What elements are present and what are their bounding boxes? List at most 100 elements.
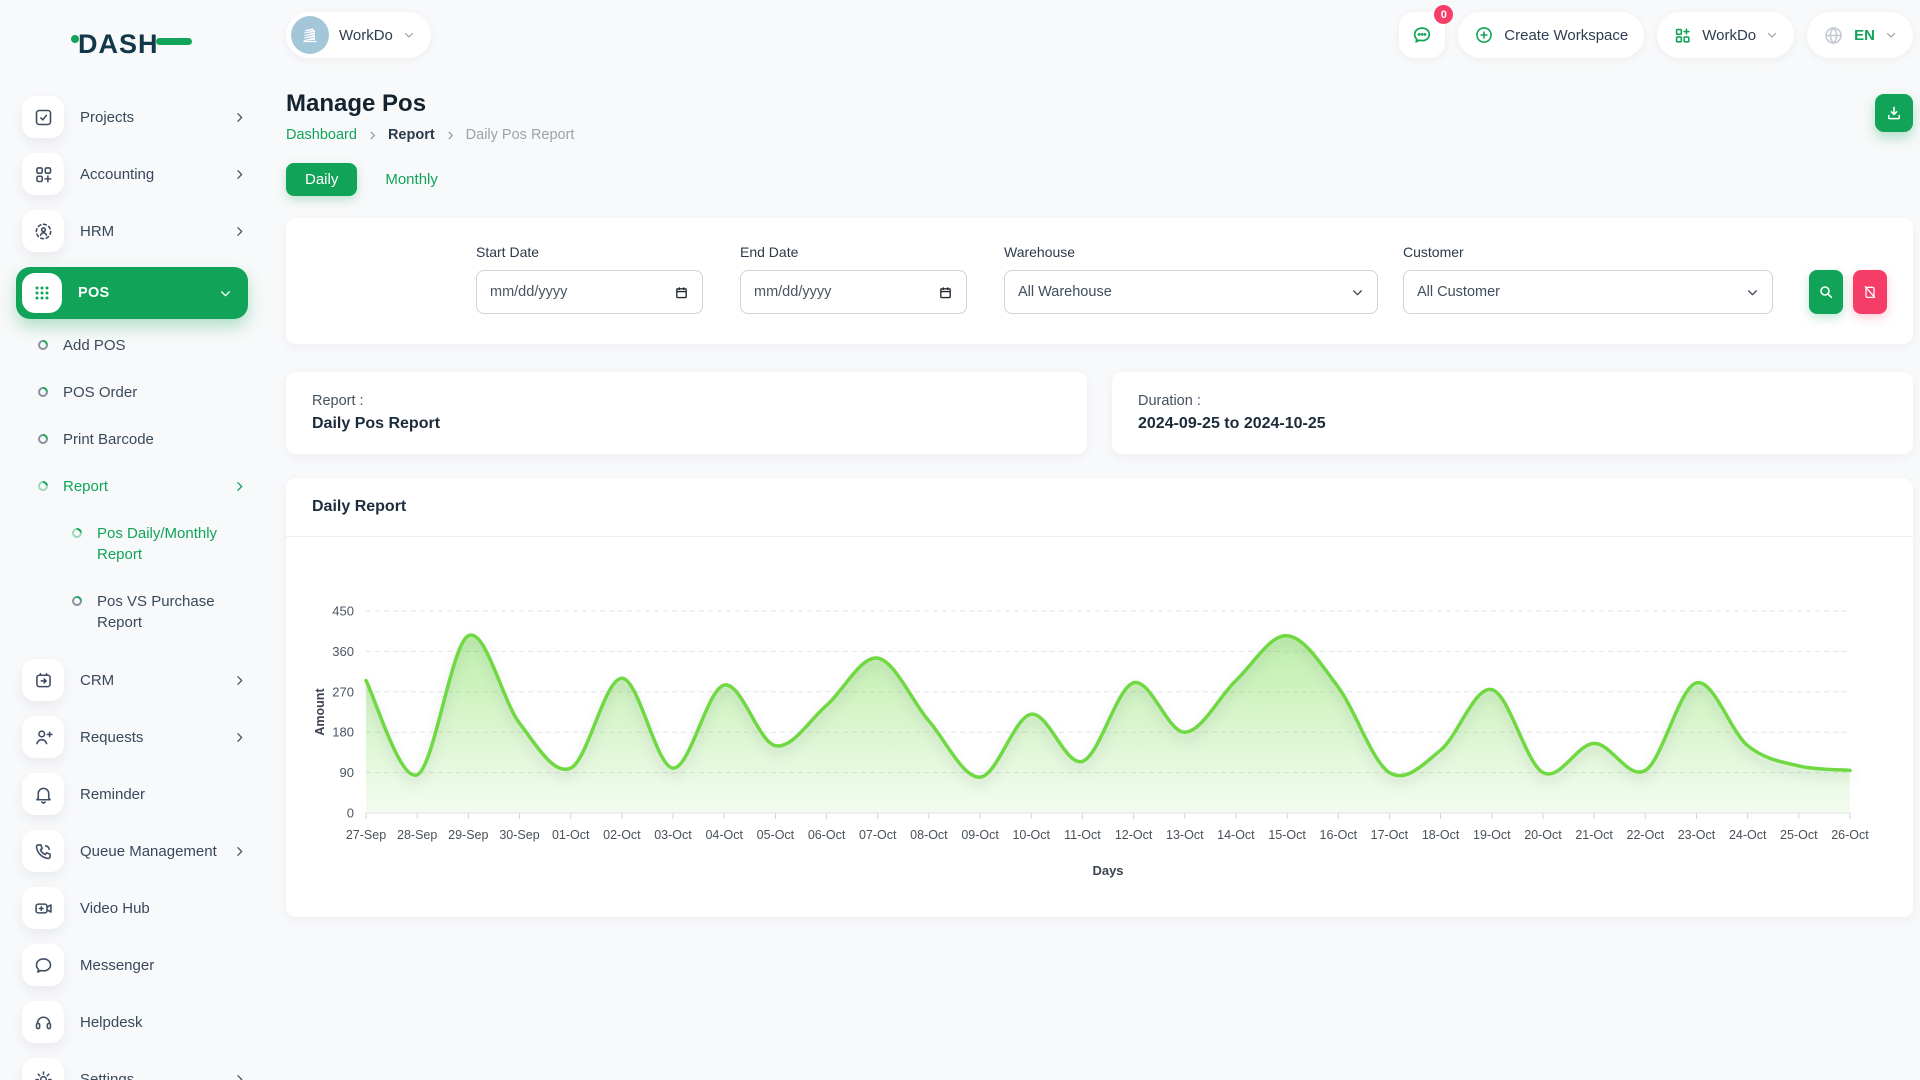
sidebar-item-helpdesk[interactable]: Helpdesk [22,1001,246,1043]
language-selector[interactable]: EN [1807,12,1913,58]
download-report-button[interactable] [1875,94,1913,132]
svg-text:03-Oct: 03-Oct [654,828,692,842]
svg-text:16-Oct: 16-Oct [1320,828,1358,842]
circle-bullet-icon [36,385,50,399]
sidebar-item-hrm[interactable]: HRM [22,210,246,252]
sidebar-item-label: Projects [80,109,217,126]
language-code: EN [1854,27,1875,44]
workspace-switcher[interactable]: WorkDo [286,12,431,58]
notifications-button[interactable]: 0 [1399,12,1445,58]
create-workspace-button[interactable]: Create Workspace [1458,12,1644,58]
svg-text:90: 90 [340,765,354,780]
svg-text:270: 270 [332,684,354,699]
duration-label: Duration : [1138,393,1887,409]
breadcrumb-current: Daily Pos Report [466,127,575,143]
sidebar: DASH Projects Accounting HRM POS [0,0,258,1080]
svg-text:08-Oct: 08-Oct [910,828,948,842]
user-plus-icon [22,716,64,758]
customer-field: Customer All Customer [1403,244,1773,314]
calendar-icon [674,285,689,300]
svg-text:20-Oct: 20-Oct [1524,828,1562,842]
customer-select[interactable]: All Customer [1403,270,1773,314]
sidebar-item-messenger[interactable]: Messenger [22,944,246,986]
warehouse-label: Warehouse [1004,244,1378,260]
svg-text:26-Oct: 26-Oct [1831,828,1869,842]
chevron-down-icon [1885,29,1897,41]
plus-circle-icon [1474,25,1494,45]
svg-text:04-Oct: 04-Oct [705,828,743,842]
sidebar-item-video-hub[interactable]: Video Hub [22,887,246,929]
sidebar-item-crm[interactable]: CRM [22,659,246,701]
workspace-avatar [291,16,329,54]
sidebar-item-pos-vs-purchase-report[interactable]: Pos VS Purchase Report [72,591,258,633]
start-date-input[interactable]: mm/dd/yyyy [476,270,703,314]
sidebar-item-pos[interactable]: POS [16,267,248,319]
sidebar-item-accounting[interactable]: Accounting [22,153,246,195]
svg-text:24-Oct: 24-Oct [1729,828,1767,842]
svg-text:01-Oct: 01-Oct [552,828,590,842]
warehouse-select[interactable]: All Warehouse [1004,270,1378,314]
sidebar-item-settings[interactable]: Settings [22,1058,246,1080]
daily-report-area-chart[interactable]: 09018027036045027-Sep28-Sep29-Sep30-Sep0… [286,537,1913,917]
search-button[interactable] [1809,270,1843,314]
svg-text:02-Oct: 02-Oct [603,828,641,842]
end-date-input[interactable]: mm/dd/yyyy [740,270,967,314]
chevron-right-icon [233,674,246,687]
chevron-right-icon [233,845,246,858]
breadcrumb-report[interactable]: Report [388,127,435,143]
globe-icon [1823,25,1844,46]
svg-text:29-Sep: 29-Sep [448,828,488,842]
chart-title: Daily Report [312,498,406,515]
chevron-right-icon [233,731,246,744]
tab-monthly[interactable]: Monthly [385,171,438,188]
sidebar-item-label: HRM [80,223,217,240]
sidebar-item-requests[interactable]: Requests [22,716,246,758]
sidebar-item-label: Queue Management [80,843,217,860]
svg-text:25-Oct: 25-Oct [1780,828,1818,842]
svg-text:30-Sep: 30-Sep [499,828,539,842]
chevron-down-icon [1351,286,1364,299]
chevron-right-icon [233,1073,246,1080]
notification-badge: 0 [1434,5,1453,24]
circle-bullet-icon [36,432,50,446]
main-content: WorkDo 0 Create Workspace WorkDo [258,0,1920,1080]
sidebar-item-queue-management[interactable]: Queue Management [22,830,246,872]
reset-button[interactable] [1853,270,1887,314]
end-date-label: End Date [740,244,967,260]
svg-text:DASH: DASH [78,29,159,59]
svg-text:27-Sep: 27-Sep [346,828,386,842]
sidebar-item-report[interactable]: Report [38,476,246,497]
search-icon [1818,284,1834,300]
svg-text:10-Oct: 10-Oct [1012,828,1050,842]
sidebar-item-pos-order[interactable]: POS Order [38,382,258,403]
tab-daily[interactable]: Daily [286,163,357,196]
sidebar-item-reminder[interactable]: Reminder [22,773,246,815]
sidebar-item-label: Video Hub [80,900,246,917]
sidebar-item-label: Reminder [80,786,246,803]
workspace-menu-button[interactable]: WorkDo [1657,12,1794,58]
svg-text:06-Oct: 06-Oct [808,828,846,842]
grid-plus-icon [1673,26,1692,45]
sidebar-item-print-barcode[interactable]: Print Barcode [38,429,258,450]
circle-bullet-icon [70,594,84,608]
chevron-right-icon [233,225,246,238]
gear-icon [22,1058,64,1080]
page-title: Manage Pos [286,90,574,118]
app-logo[interactable]: DASH [70,26,258,62]
sidebar-item-label: Helpdesk [80,1014,246,1031]
svg-text:05-Oct: 05-Oct [757,828,795,842]
message-bubble-icon [22,944,64,986]
svg-text:14-Oct: 14-Oct [1217,828,1255,842]
sidebar-item-label: Requests [80,729,217,746]
headset-icon [22,1001,64,1043]
svg-text:Days: Days [1092,863,1123,878]
check-square-icon [22,96,64,138]
sidebar-item-pos-daily-monthly-report[interactable]: Pos Daily/Monthly Report [72,523,258,565]
daily-report-chart-card: Daily Report 09018027036045027-Sep28-Sep… [286,478,1913,917]
sidebar-item-add-pos[interactable]: Add POS [38,335,258,356]
crm-window-icon [22,659,64,701]
sidebar-item-projects[interactable]: Projects [22,96,246,138]
report-type-tabs: Daily Monthly [286,163,1913,196]
report-value: Daily Pos Report [312,415,1061,433]
breadcrumb-dashboard[interactable]: Dashboard [286,127,357,143]
